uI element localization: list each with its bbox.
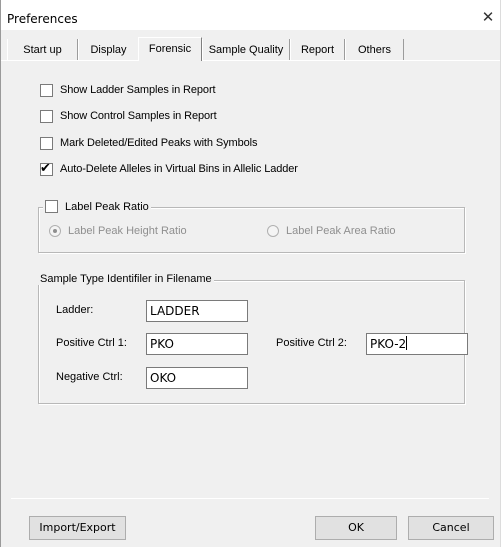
show-control-label: Show Control Samples in Report [60, 110, 217, 122]
show-ladder-label: Show Ladder Samples in Report [60, 84, 216, 96]
peak-ratio-label: Label Peak Ratio [65, 200, 149, 213]
mark-deleted-checkbox[interactable]: Mark Deleted/Edited Peaks with Symbols [40, 135, 257, 151]
checkbox-box[interactable] [40, 83, 53, 97]
positive-ctrl-1-input[interactable]: PKO [146, 333, 248, 355]
title-bar: Preferences ✕ [1, 0, 500, 30]
peak-area-radio[interactable]: Label Peak Area Ratio [267, 225, 395, 237]
positive-ctrl-2-input[interactable]: PKO-2 [366, 333, 468, 355]
peak-area-label: Label Peak Area Ratio [286, 225, 396, 237]
positive-ctrl-1-label: Positive Ctrl 1: [56, 337, 127, 349]
peak-ratio-legend[interactable]: Label Peak Ratio [43, 200, 151, 213]
positive-ctrl-2-label: Positive Ctrl 2: [276, 337, 347, 349]
show-ladder-checkbox[interactable]: Show Ladder Samples in Report [40, 82, 216, 98]
tab-report[interactable]: Report [290, 39, 345, 61]
checkbox-box[interactable] [40, 136, 53, 150]
bottom-divider [11, 498, 489, 499]
text-caret [406, 336, 408, 350]
check-icon: ✔ [40, 159, 51, 175]
preferences-window: Preferences ✕ Start up Display Forensic … [0, 0, 501, 547]
negative-ctrl-input[interactable]: OKO [146, 367, 248, 389]
import-export-button[interactable]: Import/Export [29, 516, 126, 540]
ladder-input[interactable]: LADDER [146, 300, 248, 322]
peak-height-radio[interactable]: Label Peak Height Ratio [49, 225, 187, 237]
radio-button[interactable] [267, 225, 279, 237]
close-icon[interactable]: ✕ [480, 10, 496, 26]
ladder-label: Ladder: [56, 304, 94, 316]
negative-ctrl-label: Negative Ctrl: [56, 371, 123, 383]
window-title: Preferences [7, 12, 78, 26]
positive-ctrl-2-value: PKO-2 [370, 337, 407, 351]
tab-panel-border [1, 60, 500, 61]
mark-deleted-label: Mark Deleted/Edited Peaks with Symbols [60, 137, 258, 149]
tab-forensic[interactable]: Forensic [138, 37, 202, 61]
cancel-button[interactable]: Cancel [408, 516, 494, 540]
tab-sample-quality[interactable]: Sample Quality [202, 39, 290, 61]
radio-button[interactable] [49, 225, 61, 237]
tab-strip: Start up Display Forensic Sample Quality… [1, 37, 500, 61]
show-control-checkbox[interactable]: Show Control Samples in Report [40, 108, 217, 124]
tab-start-up[interactable]: Start up [7, 39, 78, 61]
ok-button[interactable]: OK [315, 516, 397, 540]
auto-delete-checkbox[interactable]: ✔ Auto-Delete Alleles in Virtual Bins in… [40, 159, 298, 177]
tab-display[interactable]: Display [78, 39, 139, 61]
auto-delete-label: Auto-Delete Alleles in Virtual Bins in A… [60, 163, 298, 175]
tab-others[interactable]: Others [345, 39, 404, 61]
sample-type-legend: Sample Type Identifiler in Filename [38, 273, 214, 285]
checkbox-box[interactable] [40, 109, 53, 123]
peak-height-label: Label Peak Height Ratio [68, 225, 187, 237]
checkbox-box[interactable]: ✔ [40, 159, 53, 176]
peak-ratio-checkbox[interactable] [45, 200, 58, 213]
peak-ratio-group: Label Peak Ratio Label Peak Height Ratio… [38, 200, 465, 253]
radio-dot [53, 229, 57, 233]
